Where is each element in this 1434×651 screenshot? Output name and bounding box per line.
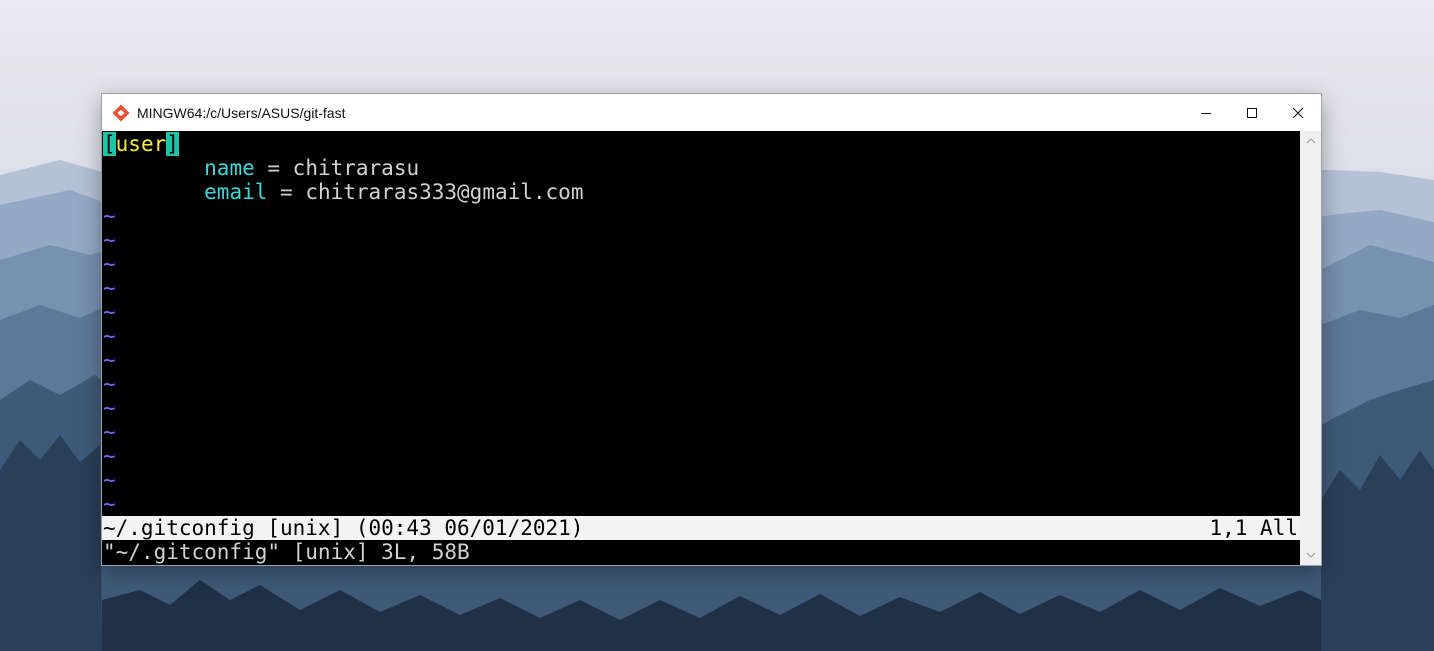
section-name: user — [115, 132, 167, 156]
section-header-line: [user] — [103, 132, 179, 156]
scroll-down-button[interactable] — [1300, 545, 1321, 565]
empty-line-marker: ~ — [103, 444, 116, 468]
config-key: email — [204, 180, 268, 204]
config-key: name — [204, 156, 255, 180]
empty-line-marker: ~ — [103, 276, 116, 300]
vim-message-line: "~/.gitconfig" [unix] 3L, 58B — [103, 540, 470, 564]
window-titlebar[interactable]: MINGW64:/c/Users/ASUS/git-fast — [102, 94, 1321, 131]
window-controls — [1183, 94, 1321, 131]
empty-line-marker: ~ — [103, 348, 116, 372]
empty-line-marker: ~ — [103, 372, 116, 396]
empty-line-marker: ~ — [103, 228, 116, 252]
status-cursor-position: 1,1 All — [1209, 516, 1298, 540]
minimize-icon — [1201, 112, 1211, 114]
config-value: chitraras333@gmail.com — [305, 180, 584, 204]
window-title: MINGW64:/c/Users/ASUS/git-fast — [137, 104, 346, 121]
vim-status-line: ~/.gitconfig [unix] (00:43 06/01/2021) 1… — [102, 516, 1300, 540]
empty-line-marker: ~ — [103, 396, 116, 420]
section-close-bracket: ] — [166, 132, 179, 156]
chevron-down-icon — [1306, 552, 1315, 558]
empty-line-marker: ~ — [103, 468, 116, 492]
config-separator: = — [254, 156, 293, 180]
config-entry-email: email = chitraras333@gmail.com — [103, 180, 583, 204]
section-open-bracket: [ — [103, 132, 116, 156]
close-button[interactable] — [1275, 94, 1321, 131]
maximize-button[interactable] — [1229, 94, 1275, 131]
config-entry-name: name = chitrarasu — [103, 156, 419, 180]
config-separator: = — [267, 180, 306, 204]
empty-line-marker: ~ — [103, 324, 116, 348]
terminal-window: MINGW64:/c/Users/ASUS/git-fast [user] na… — [102, 94, 1321, 565]
empty-line-marker: ~ — [103, 300, 116, 324]
maximize-icon — [1247, 107, 1257, 118]
chevron-up-icon — [1306, 138, 1315, 144]
vertical-scrollbar[interactable] — [1300, 131, 1321, 565]
vim-editor[interactable]: [user] name = chitrarasu email = chitrar… — [102, 131, 1300, 565]
git-bash-icon — [112, 104, 130, 121]
close-icon — [1292, 107, 1304, 118]
status-file-info: ~/.gitconfig [unix] (00:43 06/01/2021) — [103, 516, 584, 540]
empty-line-marker: ~ — [103, 252, 116, 276]
scroll-up-button[interactable] — [1300, 131, 1321, 151]
empty-line-marker: ~ — [103, 492, 116, 516]
minimize-button[interactable] — [1183, 94, 1229, 131]
empty-line-marker: ~ — [103, 204, 116, 228]
empty-line-marker: ~ — [103, 420, 116, 444]
config-value: chitrarasu — [292, 156, 420, 180]
